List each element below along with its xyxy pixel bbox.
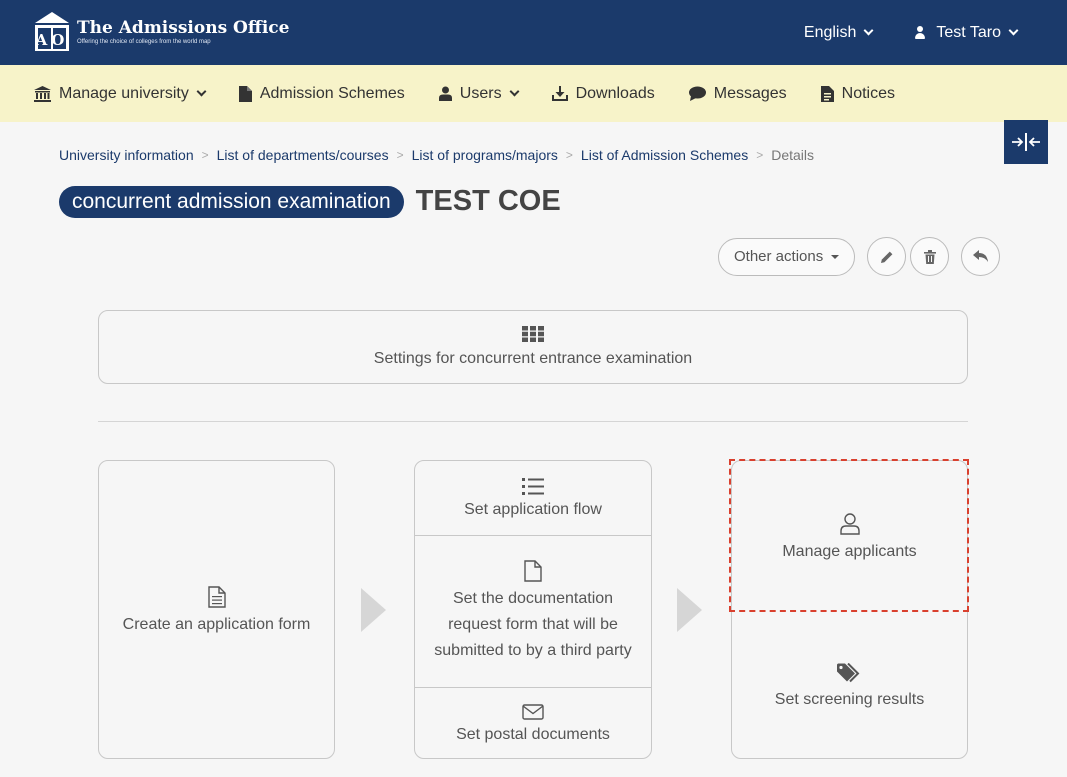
chevron-down-icon [863, 25, 874, 36]
brand-logo[interactable]: AO The Admissions Office Offering the ch… [33, 10, 289, 52]
breadcrumb-separator: > [756, 148, 764, 162]
logo-mark: AO [33, 10, 71, 52]
applicant-management-group: Manage applicants Set screening results [731, 460, 968, 759]
breadcrumb-admission-schemes[interactable]: List of Admission Schemes [581, 147, 748, 163]
compress-icon [1012, 133, 1040, 151]
breadcrumb-separator: > [396, 148, 404, 162]
breadcrumb-departments-courses[interactable]: List of departments/courses [217, 147, 389, 163]
manage-applicants-label: Manage applicants [782, 542, 917, 560]
create-application-form-card[interactable]: Create an application form [98, 460, 335, 759]
user-icon [839, 512, 860, 535]
brand-title: The Admissions Office [77, 17, 290, 38]
set-application-flow-card[interactable]: Set application flow [415, 461, 651, 535]
nav-downloads[interactable]: Downloads [551, 85, 655, 103]
chevron-down-icon [196, 86, 207, 97]
page-title: TEST COE [415, 185, 561, 217]
language-dropdown[interactable]: English [803, 23, 874, 42]
tags-icon [837, 663, 860, 683]
set-screening-results-card[interactable]: Set screening results [732, 612, 967, 760]
create-application-form-label: Create an application form [122, 615, 311, 633]
set-screening-results-label: Set screening results [774, 691, 925, 708]
document-icon [820, 85, 834, 102]
download-icon [551, 86, 568, 101]
other-actions-dropdown[interactable]: Other actions [718, 237, 856, 276]
edit-button[interactable] [867, 237, 907, 276]
breadcrumb-programs-majors[interactable]: List of programs/majors [412, 147, 558, 163]
flow-arrow-icon [677, 588, 702, 632]
flow-arrow-icon [361, 588, 386, 632]
breadcrumb: University information > List of departm… [59, 147, 814, 163]
documentation-request-label: Set the documentation request form that … [434, 589, 632, 659]
back-button[interactable] [961, 237, 1001, 276]
caret-down-icon [831, 254, 840, 259]
brand-tagline: Offering the choice of colleges from the… [77, 38, 211, 45]
settings-concurrent-exam-card[interactable]: Settings for concurrent entrance examina… [98, 310, 968, 384]
nav-messages[interactable]: Messages [688, 85, 787, 103]
user-icon [914, 25, 926, 40]
delete-button[interactable] [910, 237, 950, 276]
pencil-icon [880, 251, 893, 263]
nav-admission-schemes[interactable]: Admission Schemes [238, 85, 405, 103]
bank-icon [34, 85, 51, 102]
comment-icon [688, 86, 706, 101]
nav-users[interactable]: Users [438, 85, 520, 103]
application-settings-group: Set application flow Set the documentati… [414, 460, 652, 759]
user-icon [438, 86, 452, 101]
nav-manage-university[interactable]: Manage university [34, 85, 207, 103]
list-icon [522, 477, 544, 495]
documentation-request-form-card[interactable]: Set the documentation request form that … [415, 535, 651, 687]
set-application-flow-label: Set application flow [464, 500, 602, 518]
other-actions-label: Other actions [734, 248, 824, 265]
chevron-down-icon [1008, 25, 1019, 36]
action-bar: Other actions [718, 237, 1004, 276]
set-postal-documents-card[interactable]: Set postal documents [415, 687, 651, 758]
svg-text:AO: AO [35, 31, 69, 49]
trash-icon [923, 249, 936, 264]
main-nav: Manage university Admission Schemes User… [0, 65, 1067, 122]
settings-card-label: Settings for concurrent entrance examina… [373, 350, 693, 367]
envelope-icon [522, 704, 544, 720]
breadcrumb-details: Details [771, 147, 815, 163]
file-text-icon [207, 585, 226, 608]
chevron-down-icon [509, 86, 520, 97]
manage-applicants-card[interactable]: Manage applicants [732, 461, 967, 612]
file-icon [524, 559, 542, 582]
breadcrumb-university-information[interactable]: University information [59, 147, 194, 163]
section-divider [98, 421, 968, 422]
file-icon [238, 85, 252, 102]
grid-icon [522, 326, 544, 342]
reply-icon [972, 250, 988, 262]
breadcrumb-separator: > [565, 148, 573, 162]
nav-notices[interactable]: Notices [820, 85, 895, 103]
language-label: English [803, 23, 857, 41]
breadcrumb-separator: > [201, 148, 209, 162]
set-postal-documents-label: Set postal documents [456, 726, 610, 743]
scheme-type-badge: concurrent admission examination [59, 185, 404, 218]
user-menu[interactable]: Test Taro [914, 23, 1019, 42]
collapse-width-button[interactable] [1004, 120, 1048, 164]
page-header: concurrent admission examination TEST CO… [59, 185, 561, 218]
top-bar: AO The Admissions Office Offering the ch… [0, 0, 1067, 65]
user-name: Test Taro [936, 23, 1001, 41]
